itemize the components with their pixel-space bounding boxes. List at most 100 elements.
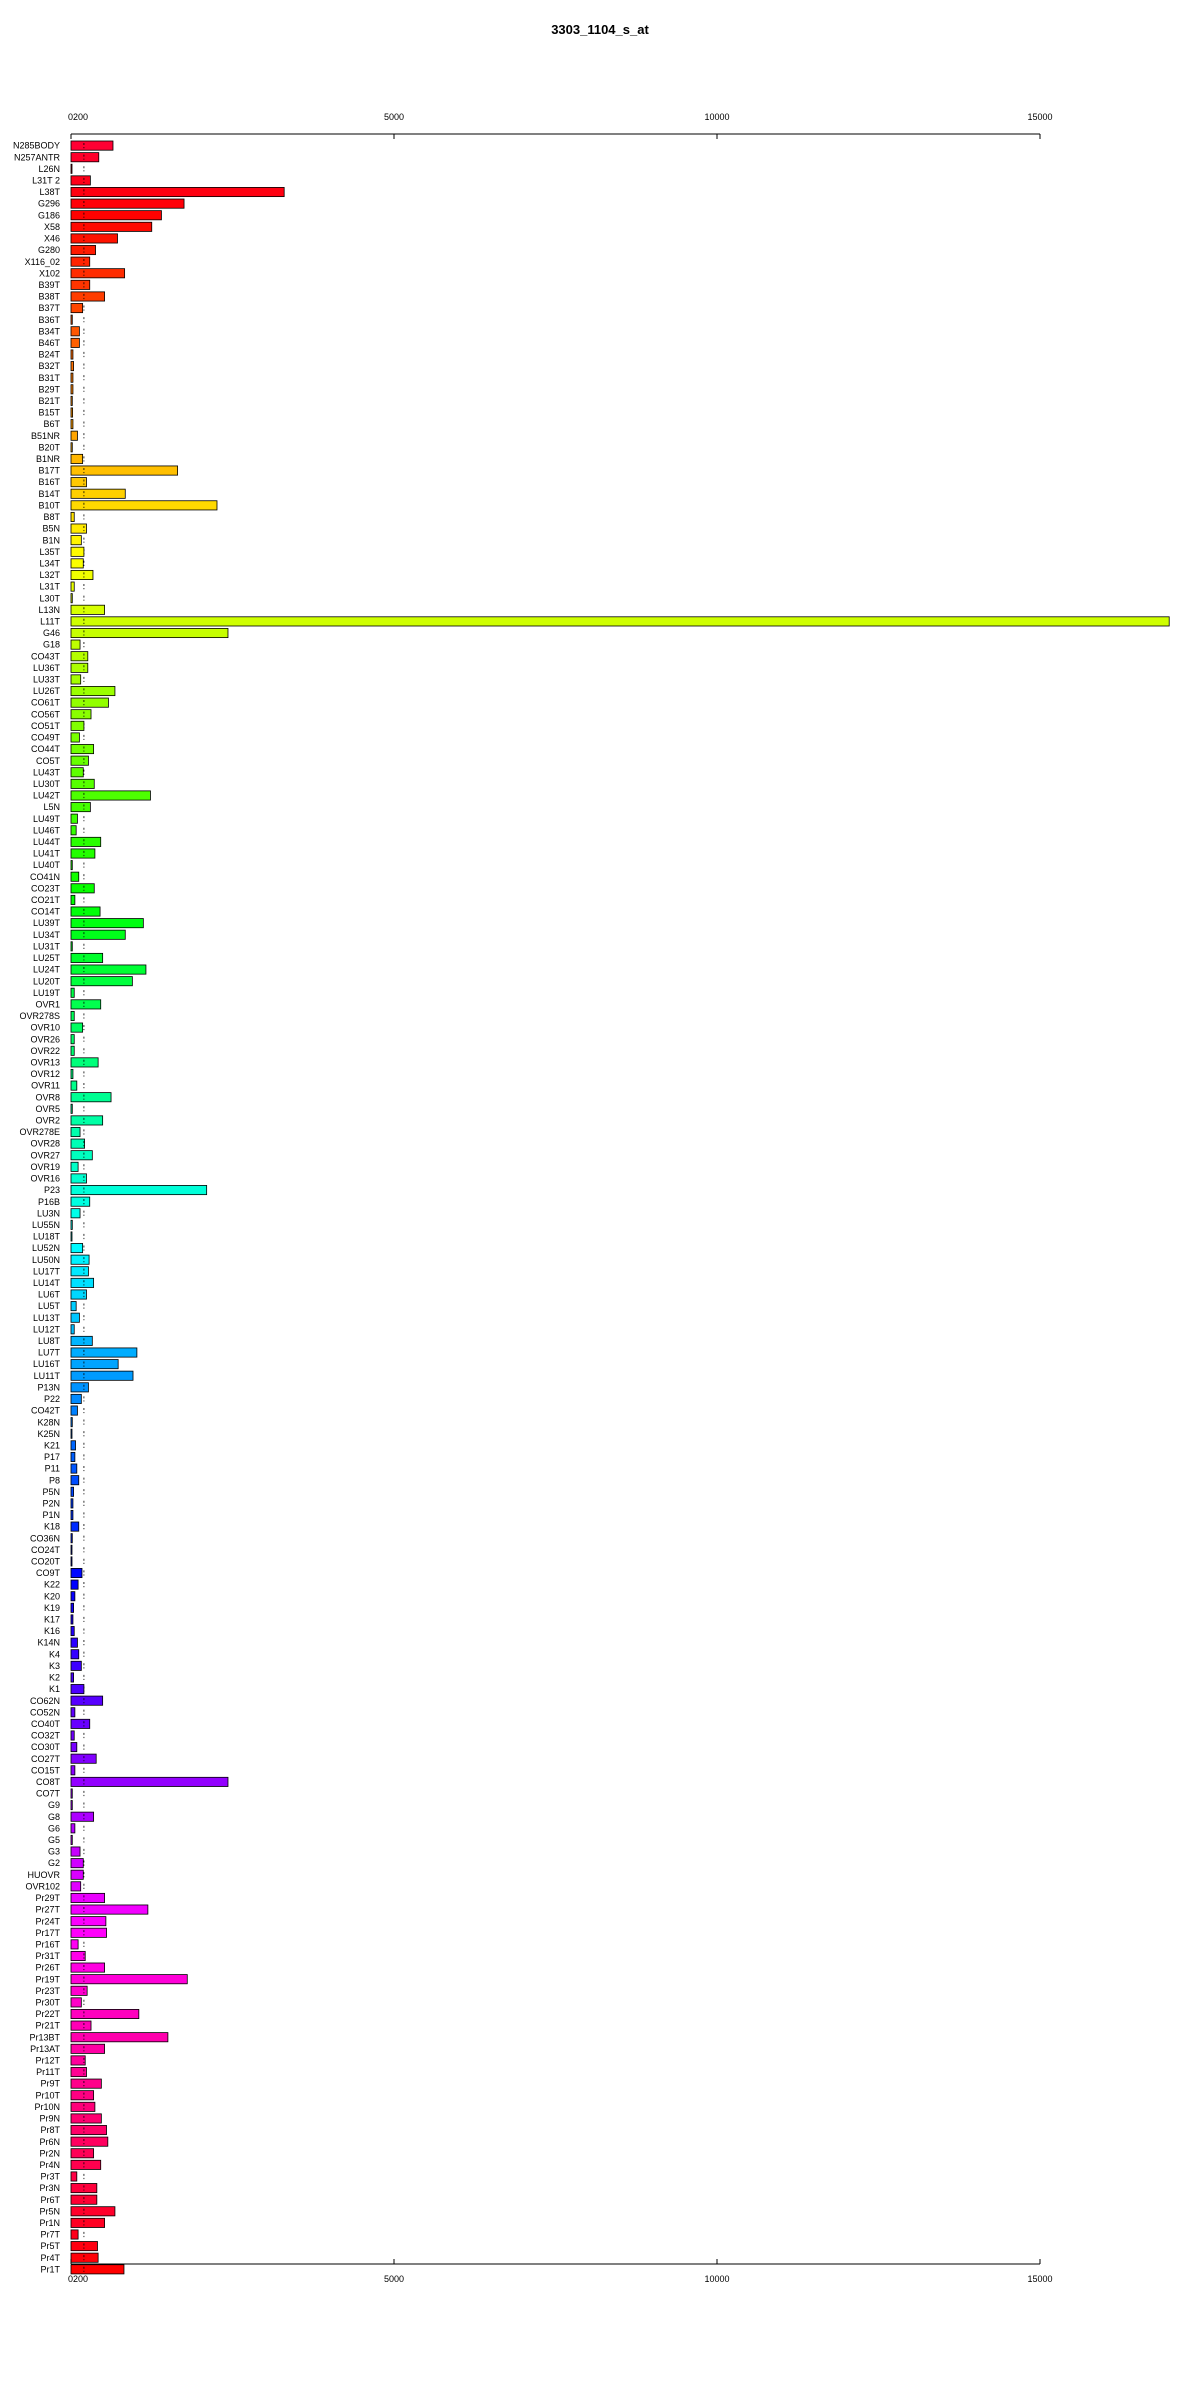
bar-pr22t [70, 2009, 140, 2020]
category-label: OVR28 [30, 1139, 60, 1149]
category-label: P16B [38, 1197, 60, 1207]
bar-l5n [70, 802, 91, 813]
bar-pr31t [70, 1950, 86, 1961]
bar-co41n [70, 871, 80, 882]
bar-lu24t [70, 964, 147, 975]
category-label: B21T [38, 396, 60, 406]
category-label: LU34T [33, 930, 61, 940]
bar-co27t [70, 1753, 97, 1764]
category-label: LU36T [33, 663, 61, 673]
bar-x58 [70, 221, 153, 232]
bar-p8 [70, 1475, 80, 1486]
category-label: X102 [39, 268, 60, 278]
category-label: Pr6T [40, 2195, 60, 2205]
bar-pr3n [70, 2183, 98, 2194]
bar-pr6t [70, 2194, 98, 2205]
category-label: Pr1T [40, 2264, 60, 2274]
bar-lu20t [70, 976, 133, 987]
bar-co51t [70, 720, 85, 731]
category-label: LU55N [32, 1220, 60, 1230]
category-label: CO36N [30, 1533, 60, 1543]
category-label: P23 [44, 1185, 60, 1195]
category-label: B38T [38, 292, 60, 302]
category-label: P13N [37, 1382, 60, 1392]
category-label: CO49T [31, 733, 61, 743]
category-label: LU20T [33, 976, 61, 986]
bar-pr5t [70, 2241, 98, 2252]
category-label: L31T 2 [32, 176, 60, 186]
bar-pr29t [70, 1892, 105, 1903]
bar-b31t [70, 372, 74, 383]
bar-lu39t [70, 918, 144, 929]
category-label: Pr5T [40, 2241, 60, 2251]
category-label: Pr3N [39, 2183, 60, 2193]
bar-lu6t [70, 1289, 87, 1300]
category-label: K14N [37, 1638, 60, 1648]
bar-g186 [70, 210, 162, 221]
category-label: X116_02 [25, 257, 60, 267]
bar-lu55n [70, 1219, 73, 1230]
bar-p5n [70, 1486, 74, 1497]
category-label: CO40T [31, 1719, 61, 1729]
bar-l35t [70, 546, 85, 557]
category-label: OVR278E [19, 1127, 60, 1137]
category-label: LU7T [38, 1348, 61, 1358]
bar-p23 [70, 1185, 208, 1196]
bar-co30t [70, 1742, 78, 1753]
category-label: L5N [43, 802, 60, 812]
category-label: CO52N [30, 1707, 60, 1717]
bar-l13n [70, 604, 105, 615]
category-label: OVR278S [19, 1011, 60, 1021]
category-label: Pr17T [35, 1928, 60, 1938]
category-label: LU44T [33, 837, 61, 847]
category-label: CO14T [31, 907, 61, 917]
category-label: OVR10 [30, 1023, 60, 1033]
bar-lu25t [70, 952, 104, 963]
bar-pr6n [70, 2136, 109, 2147]
category-label: LU14T [33, 1278, 61, 1288]
bar-huovr [70, 1869, 84, 1880]
category-label: K1 [49, 1684, 60, 1694]
bar-g280 [70, 245, 96, 256]
category-label: LU39T [33, 918, 61, 928]
bar-lu16t [70, 1359, 119, 1370]
bar-k19 [70, 1602, 74, 1613]
bar-co8t [70, 1776, 229, 1787]
bar-lu26t [70, 686, 116, 697]
bar-pr11t [70, 2067, 87, 2078]
bar-ovr102 [70, 1881, 82, 1892]
category-label: CO51T [31, 721, 61, 731]
category-label: K21 [44, 1440, 60, 1450]
category-label: B10T [38, 500, 60, 510]
category-label: LU16T [33, 1359, 61, 1369]
bar-ovr27 [70, 1150, 93, 1161]
category-label: OVR2 [35, 1116, 60, 1126]
bar-pr17t [70, 1927, 107, 1938]
bar-lu34t [70, 929, 126, 940]
top-tick-label: 0200 [68, 112, 88, 122]
category-label: Pr29T [35, 1893, 60, 1903]
category-label: G18 [43, 640, 60, 650]
bar-ovr13 [70, 1057, 99, 1068]
category-label: Pr10T [35, 2090, 60, 2100]
category-label: K22 [44, 1580, 60, 1590]
bar-b5n [70, 523, 87, 534]
category-label: Pr7T [40, 2230, 60, 2240]
category-label: L35T [39, 547, 60, 557]
bar-l31t [70, 581, 75, 592]
bar-lu13t [70, 1312, 80, 1323]
bar-ovr19 [70, 1161, 79, 1172]
category-label: Pr12T [35, 2056, 60, 2066]
bar-k2 [70, 1672, 74, 1683]
bar-ovr2 [70, 1115, 104, 1126]
bottom-tick-label: 5000 [384, 2274, 404, 2284]
bar-b1nr [70, 453, 84, 464]
category-label: LU25T [33, 953, 61, 963]
bar-l34t [70, 558, 84, 569]
bar-k25n [70, 1428, 73, 1439]
category-label: Pr2N [39, 2148, 60, 2158]
category-label: CO32T [31, 1731, 61, 1741]
bar-group [70, 140, 1170, 2275]
bar-lu44t [70, 836, 102, 847]
bar-lu19t [70, 987, 75, 998]
